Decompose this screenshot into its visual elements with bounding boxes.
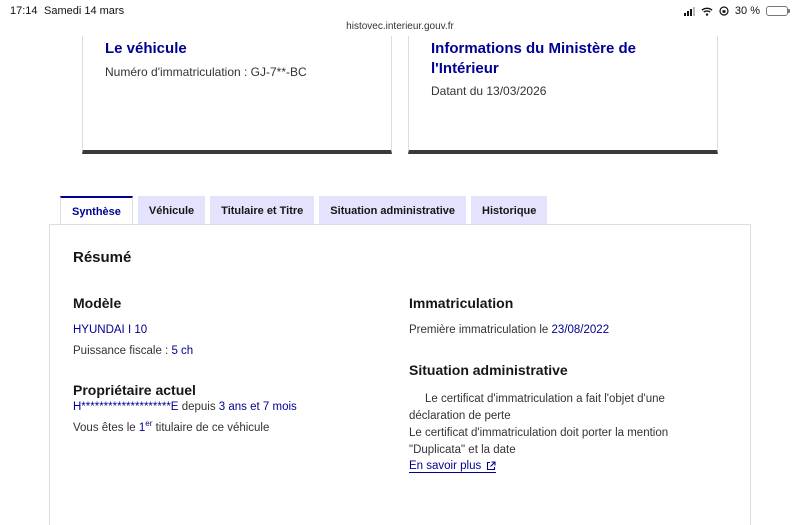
status-bar: 17:14 Samedi 14 mars 30 %: [0, 0, 800, 22]
ministry-date: Datant du 13/03/2026: [431, 84, 547, 98]
battery-percent: 30 %: [734, 5, 760, 17]
owner-line: H********************E depuis 3 ans et 7…: [73, 401, 297, 413]
status-time: 17:14: [10, 5, 38, 17]
fiscal-power: Puissance fiscale : 5 ch: [73, 345, 193, 357]
fiscal-power-value: 5 ch: [171, 345, 194, 357]
orientation-lock-icon: [719, 6, 729, 16]
admin-duplicata-notice: Le certificat d'immatriculation doit por…: [409, 427, 669, 456]
owner-rank: Vous êtes le 1er titulaire de ce véhicul…: [73, 419, 269, 434]
tab-titulaire-et-titre[interactable]: Titulaire et Titre: [210, 196, 315, 225]
cellular-signal-icon: [683, 6, 695, 16]
battery-icon: [766, 6, 790, 16]
registration-heading: Immatriculation: [409, 295, 514, 311]
tab-historique[interactable]: Historique: [471, 196, 548, 225]
tab-situation-administrative[interactable]: Situation administrative: [319, 196, 466, 225]
learn-more-label: En savoir plus: [409, 460, 482, 472]
status-indicators: 30 %: [683, 5, 790, 17]
admin-loss-declaration: Le certificat d'immatriculation a fait l…: [409, 393, 665, 422]
status-date: Samedi 14 mars: [44, 5, 125, 17]
owner-since-value: 3 ans et 7 mois: [218, 401, 297, 413]
vehicle-card: Le véhicule Numéro d'immatriculation : G…: [82, 36, 392, 154]
ministry-card: Informations du Ministère de l'Intérieur…: [408, 36, 718, 154]
owner-rank-prefix: Vous êtes le: [73, 421, 136, 434]
owner-heading: Propriétaire actuel: [73, 382, 196, 398]
model-name: HYUNDAI I 10: [73, 324, 148, 336]
summary-title: Résumé: [73, 249, 132, 266]
synthese-panel: Résumé Modèle HYUNDAI I 10 Puissance fis…: [49, 224, 751, 525]
tab-vehicule[interactable]: Véhicule: [137, 196, 206, 225]
external-link-icon: [486, 461, 496, 471]
vehicle-card-title: Le véhicule: [105, 40, 187, 57]
wifi-icon: [701, 7, 713, 16]
tab-synthese[interactable]: Synthèse: [60, 196, 133, 225]
owner-name: H********************E: [73, 401, 179, 413]
registration-number: Numéro d'immatriculation : GJ-7**-BC: [105, 65, 307, 79]
tab-bar: Synthèse Véhicule Titulaire et Titre Sit…: [60, 196, 548, 225]
model-heading: Modèle: [73, 295, 122, 311]
admin-heading: Situation administrative: [409, 362, 568, 378]
address-bar[interactable]: histovec.interieur.gouv.fr: [0, 21, 800, 32]
fiscal-power-label: Puissance fiscale :: [73, 345, 169, 357]
owner-since-label: depuis: [181, 401, 216, 413]
owner-rank-suffix: titulaire de ce véhicule: [155, 421, 270, 434]
ministry-card-title: Informations du Ministère de l'Intérieur: [431, 40, 637, 77]
owner-rank-sup: er: [145, 419, 153, 428]
first-registration-date: 23/08/2022: [551, 324, 610, 336]
first-registration-label: Première immatriculation le: [409, 324, 549, 336]
first-registration: Première immatriculation le 23/08/2022: [409, 324, 609, 336]
learn-more-link[interactable]: En savoir plus: [409, 460, 497, 473]
